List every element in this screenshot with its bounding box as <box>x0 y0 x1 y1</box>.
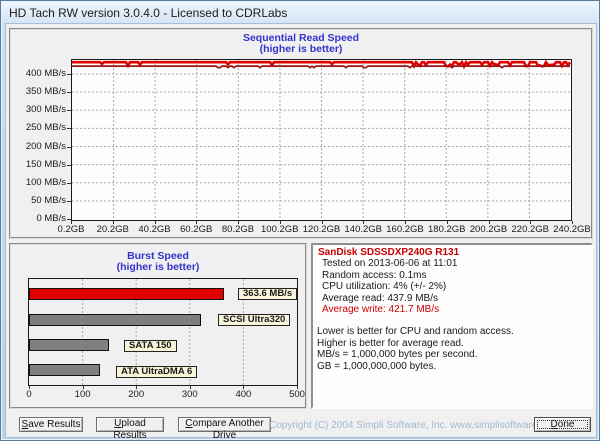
drive-name: SanDisk SDSSDXP240G R131 <box>316 247 588 258</box>
x-axis-tick <box>489 221 490 224</box>
x-axis-tick <box>155 221 156 224</box>
sequential-read-panel: Sequential Read Speed (higher is better)… <box>9 28 593 239</box>
y-axis-tick <box>67 92 71 93</box>
y-axis-label: 400 MB/s <box>11 69 66 79</box>
x-axis-label: 300 <box>170 390 210 400</box>
x-axis-tick <box>297 386 298 389</box>
info-line: CPU utilization: 4% (+/- 2%) <box>316 281 588 292</box>
x-axis-tick <box>71 221 72 224</box>
y-axis-tick <box>67 219 71 220</box>
info-spacer <box>316 315 588 326</box>
x-axis-tick <box>572 221 573 224</box>
info-line: Tested on 2013-06-06 at 11:01 <box>316 258 588 269</box>
burst-bar-label: SATA 150 <box>124 340 177 352</box>
x-axis-tick <box>280 221 281 224</box>
drive-info-panel: SanDisk SDSSDXP240G R131 Tested on 2013-… <box>311 243 593 409</box>
x-axis-tick <box>530 221 531 224</box>
x-axis-tick <box>405 221 406 224</box>
info-note: MB/s = 1,000,000 bytes per second. <box>316 349 588 360</box>
y-axis-label: 100 MB/s <box>11 178 66 188</box>
x-axis-tick <box>136 386 137 389</box>
x-axis-label: 0 <box>9 390 49 400</box>
x-axis-tick <box>83 386 84 389</box>
x-axis-tick <box>238 221 239 224</box>
upload-results-button[interactable]: Upload Results <box>96 417 164 432</box>
x-axis-tick <box>447 221 448 224</box>
y-axis-tick <box>67 201 71 202</box>
average-write-line: Average write: 421.7 MB/s <box>316 304 588 315</box>
copyright-text: Copyright (C) 2004 Simpli Software, Inc.… <box>269 420 529 431</box>
y-axis-tick <box>67 74 71 75</box>
x-axis-label: 100 <box>63 390 103 400</box>
info-note: Higher is better for average read. <box>316 338 588 349</box>
burst-speed-panel: Burst Speed (higher is better) 363.6 MB/… <box>9 243 307 409</box>
x-axis-label: 240.2GB <box>547 225 597 235</box>
y-axis-tick <box>67 147 71 148</box>
x-axis-tick <box>113 221 114 224</box>
read-chart-canvas <box>72 60 571 220</box>
info-line: Average read: 437.9 MB/s <box>316 293 588 304</box>
burst-bar-label: SCSI Ultra320 <box>218 314 290 326</box>
burst-bar-label: 363.6 MB/s <box>238 288 297 300</box>
x-axis-tick <box>196 221 197 224</box>
y-axis-label: 0 MB/s <box>11 214 66 224</box>
y-axis-label: 50 MB/s <box>11 196 66 206</box>
y-axis-tick <box>67 128 71 129</box>
burst-chart-subtitle: (higher is better) <box>11 262 305 273</box>
y-axis-label: 200 MB/s <box>11 142 66 152</box>
x-axis-tick <box>190 386 191 389</box>
info-note: GB = 1,000,000,000 bytes. <box>316 361 588 372</box>
burst-bar <box>29 364 100 376</box>
y-axis-tick <box>67 183 71 184</box>
y-axis-label: 300 MB/s <box>11 105 66 115</box>
x-axis-tick <box>363 221 364 224</box>
burst-bar <box>29 314 201 326</box>
info-line: Random access: 0.1ms <box>316 270 588 281</box>
y-axis-label: 150 MB/s <box>11 160 66 170</box>
y-axis-label: 250 MB/s <box>11 123 66 133</box>
window-title: HD Tach RW version 3.0.4.0 - Licensed to… <box>9 6 287 20</box>
y-axis-tick <box>67 110 71 111</box>
burst-bar-label: ATA UltraDMA 6 <box>116 366 197 378</box>
burst-bar <box>29 288 224 300</box>
x-axis-tick <box>322 221 323 224</box>
app-window: HD Tach RW version 3.0.4.0 - Licensed to… <box>0 0 600 441</box>
read-chart-plot <box>71 59 572 221</box>
x-axis-label: 400 <box>223 390 263 400</box>
x-axis-label: 200 <box>116 390 156 400</box>
y-axis-tick <box>67 165 71 166</box>
save-results-button[interactable]: Save Results <box>19 417 83 432</box>
done-button[interactable]: Done <box>534 417 591 432</box>
read-chart-subtitle: (higher is better) <box>11 44 591 55</box>
burst-bar <box>29 339 109 351</box>
x-axis-tick <box>29 386 30 389</box>
y-axis-label: 350 MB/s <box>11 87 66 97</box>
info-note: Lower is better for CPU and random acces… <box>316 326 588 337</box>
x-axis-tick <box>243 386 244 389</box>
titlebar[interactable]: HD Tach RW version 3.0.4.0 - Licensed to… <box>2 2 598 23</box>
compare-another-drive-button[interactable]: Compare Another Drive <box>178 417 271 432</box>
